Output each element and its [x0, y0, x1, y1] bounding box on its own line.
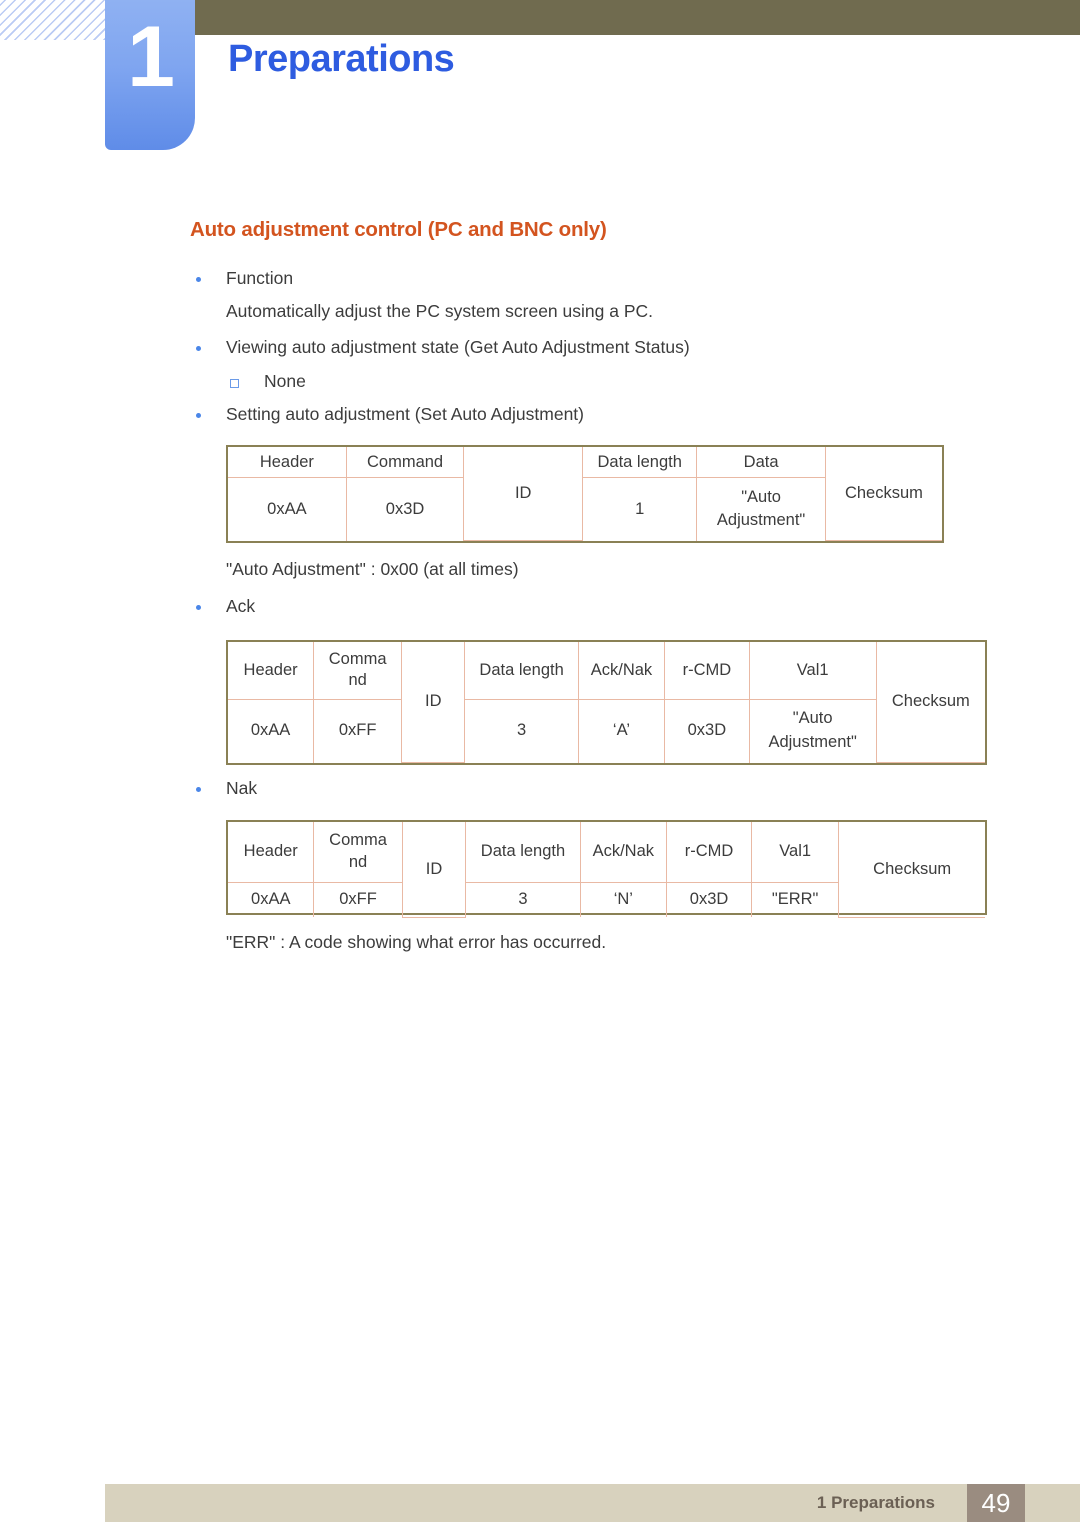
hatch-pattern-decoration — [0, 0, 105, 40]
table-set-auto-adjustment: Header Command ID Data length Data Check… — [226, 445, 944, 543]
footer-chapter-label: 1 Preparations — [816, 1493, 935, 1512]
bullet-function-label: Function — [226, 268, 294, 288]
cell-header-ack-nak: Ack/Nak — [579, 822, 668, 883]
cell-header-ack-nak: Ack/Nak — [577, 642, 666, 700]
section-heading: Auto adjustment control (PC and BNC only… — [190, 218, 607, 241]
table-ack: Header Comma nd ID Data length Ack/Nak r… — [226, 640, 987, 765]
cell-header-data-length: Data length — [464, 642, 579, 700]
bullet-nak: Nak — [190, 777, 257, 801]
bullet-viewing-state-label: Viewing auto adjustment state (Get Auto … — [226, 337, 690, 357]
bullet-dot-icon — [190, 267, 206, 282]
cell-value-command: 0xFF — [313, 881, 403, 917]
cell-value-command: 0xFF — [313, 698, 403, 763]
bullet-dot-icon — [190, 336, 206, 351]
function-description-text: Automatically adjust the PC system scree… — [226, 301, 653, 321]
table-row: 0xAA 0xFF 3 ‘A’ 0x3D "Auto Adjustment" — [228, 698, 985, 763]
bullet-viewing-state: Viewing auto adjustment state (Get Auto … — [190, 336, 690, 360]
chapter-number: 1 — [127, 9, 175, 105]
table-nak: Header Comma nd ID Data length Ack/Nak r… — [226, 820, 987, 918]
cell-value-data: "Auto Adjustment" — [696, 477, 826, 541]
subbullet-none-label: None — [264, 371, 306, 391]
cell-header-id: ID — [401, 822, 467, 918]
cell-header-data-length: Data length — [582, 447, 698, 479]
note-err: "ERR" : A code showing what error has oc… — [226, 931, 606, 955]
cell-value-data-length: 1 — [582, 477, 698, 541]
bullet-dot-icon — [190, 777, 206, 792]
cell-header-val1: Val1 — [748, 642, 877, 700]
cell-header-r-cmd: r-CMD — [664, 642, 750, 700]
bullet-dot-icon — [190, 403, 206, 418]
bullet-nak-label: Nak — [226, 778, 258, 798]
cell-header-r-cmd: r-CMD — [666, 822, 752, 883]
cell-value-header: 0xAA — [228, 881, 315, 917]
cell-header-header: Header — [228, 642, 315, 700]
cell-value-r-cmd: 0x3D — [666, 881, 752, 917]
cell-header-val1: Val1 — [750, 822, 840, 883]
table-row: Header Comma nd ID Data length Ack/Nak r… — [228, 642, 985, 763]
cell-value-ack-nak: ‘A’ — [577, 698, 666, 763]
cell-header-command: Comma nd — [313, 642, 403, 700]
cell-header-command: Comma nd — [313, 822, 403, 883]
cell-header-data-length: Data length — [465, 822, 581, 883]
chapter-number-tab: 1 — [105, 0, 195, 150]
bullet-dot-icon — [190, 595, 206, 610]
note-auto-adjustment-text: "Auto Adjustment" : 0x00 (at all times) — [226, 559, 519, 579]
cell-header-command: Command — [345, 447, 465, 479]
cell-value-data-length: 3 — [465, 881, 581, 917]
page-footer: 1 Preparations 49 — [105, 1484, 1080, 1522]
cell-header-id: ID — [463, 447, 584, 541]
note-err-text: "ERR" : A code showing what error has oc… — [226, 932, 607, 952]
bullet-setting-adjustment-label: Setting auto adjustment (Set Auto Adjust… — [226, 404, 584, 424]
table-row: Header Comma nd ID Data length Ack/Nak r… — [228, 822, 985, 918]
cell-header-header: Header — [228, 822, 315, 883]
header-olive-bar — [195, 0, 1080, 35]
cell-header-checksum: Checksum — [875, 642, 985, 763]
cell-header-data: Data — [696, 447, 826, 479]
cell-value-command: 0x3D — [345, 477, 465, 541]
bullet-ack: Ack — [190, 595, 255, 619]
note-auto-adjustment: "Auto Adjustment" : 0x00 (at all times) — [226, 558, 519, 582]
footer-page-number: 49 — [967, 1484, 1025, 1522]
bullet-square-icon — [226, 370, 242, 388]
cell-value-header: 0xAA — [228, 477, 347, 541]
page-header: 1 Preparations — [0, 0, 1080, 152]
cell-value-val1: "ERR" — [750, 881, 840, 917]
cell-value-r-cmd: 0x3D — [664, 698, 750, 763]
subbullet-none: None — [226, 370, 306, 394]
cell-header-checksum: Checksum — [824, 447, 942, 541]
cell-value-val1: "Auto Adjustment" — [748, 698, 877, 763]
cell-value-ack-nak: ‘N’ — [579, 881, 668, 917]
cell-header-id: ID — [401, 642, 466, 763]
bullet-setting-adjustment: Setting auto adjustment (Set Auto Adjust… — [190, 403, 584, 427]
cell-header-header: Header — [228, 447, 347, 479]
table-row: Header Command ID Data length Data Check… — [228, 447, 942, 541]
bullet-ack-label: Ack — [226, 596, 256, 616]
cell-value-data-length: 3 — [464, 698, 579, 763]
cell-header-checksum: Checksum — [838, 822, 985, 918]
cell-value-header: 0xAA — [228, 698, 315, 763]
bullet-function: Function — [190, 267, 293, 291]
function-description: Automatically adjust the PC system scree… — [226, 300, 653, 324]
chapter-title: Preparations — [228, 38, 455, 80]
